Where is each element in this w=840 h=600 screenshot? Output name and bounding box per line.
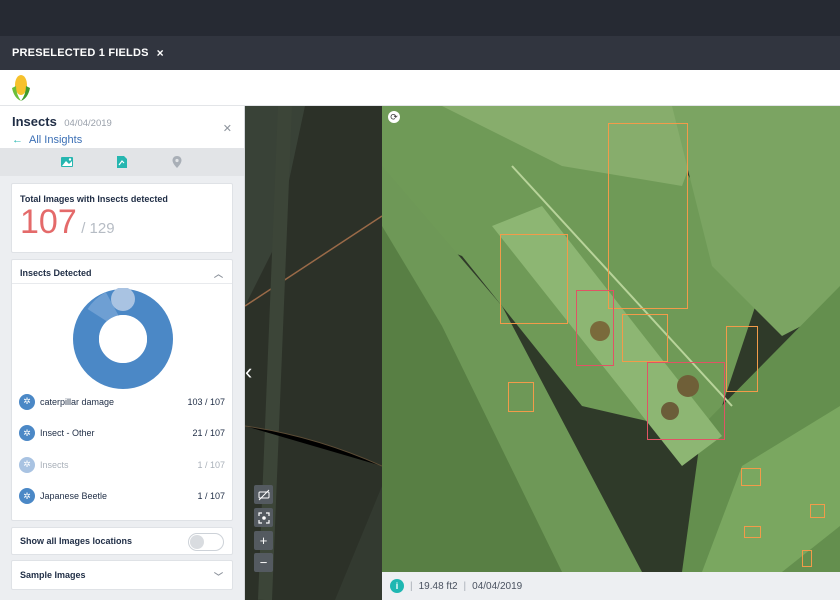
back-link-label: All Insights xyxy=(29,134,83,146)
insects-detected-card: Insects Detected ︿ ✲ caterpillar damage … xyxy=(11,259,233,521)
show-all-locations-row: Show all Images locations xyxy=(11,527,233,555)
fit-bounds-icon[interactable] xyxy=(254,508,273,527)
detection-box[interactable] xyxy=(726,326,758,392)
insect-name: caterpillar damage xyxy=(40,396,115,407)
insect-name: Insect - Other xyxy=(40,428,95,439)
detection-box[interactable] xyxy=(622,314,668,362)
insects-detected-title: Insects Detected xyxy=(20,268,92,278)
corn-logo-icon xyxy=(12,75,30,101)
insects-donut-chart xyxy=(73,288,173,389)
list-item[interactable]: ✲ Japanese Beetle 1 / 107 xyxy=(12,481,232,513)
info-icon[interactable]: i xyxy=(390,579,404,593)
list-item[interactable]: ✲ Insect - Other 21 / 107 xyxy=(12,418,232,450)
app-top-bar xyxy=(0,0,840,36)
sample-images-label: Sample Images xyxy=(20,570,86,580)
page-title: Insects xyxy=(12,114,57,129)
image-area: 19.48 ft2 xyxy=(418,580,458,592)
toggle-knob xyxy=(190,535,204,549)
previous-image-arrow[interactable]: ‹ xyxy=(245,359,261,387)
list-item[interactable]: ✲ Insects 1 / 107 xyxy=(12,449,232,481)
bug-icon: ✲ xyxy=(19,488,35,505)
field-map[interactable]: ‹ + − xyxy=(245,106,382,600)
bug-icon: ✲ xyxy=(19,393,35,410)
panel-header: Insects 04/04/2019 ← All Insights ✕ xyxy=(0,106,244,148)
panel-tabs xyxy=(0,148,244,176)
chevron-up-icon[interactable]: ︿ xyxy=(214,267,223,280)
insect-count: 1 / 107 xyxy=(197,491,225,502)
total-images-count: 107 xyxy=(20,203,77,241)
arrow-left-icon: ← xyxy=(12,134,23,146)
insect-name: Japanese Beetle xyxy=(40,491,108,502)
back-to-all-insights-link[interactable]: ← All Insights xyxy=(12,134,232,146)
rotate-image-icon[interactable]: ⟳ xyxy=(388,111,400,123)
bug-icon: ✲ xyxy=(19,456,35,473)
insect-count: 21 / 107 xyxy=(192,428,225,439)
detection-box[interactable] xyxy=(576,290,614,366)
zoom-out-button[interactable]: − xyxy=(254,553,273,572)
zoom-in-button[interactable]: + xyxy=(254,531,273,550)
location-pin-icon[interactable] xyxy=(169,154,185,170)
close-panel-button[interactable]: ✕ xyxy=(223,122,232,135)
insect-count: 103 / 107 xyxy=(187,396,225,407)
sample-image-viewer[interactable]: ⟳ xyxy=(382,106,840,572)
sample-images-row[interactable]: Sample Images ﹀ xyxy=(11,560,233,590)
detection-box[interactable] xyxy=(741,468,761,486)
divider: | xyxy=(410,580,413,592)
divider: | xyxy=(463,580,467,592)
detection-box[interactable] xyxy=(744,526,761,538)
image-date: 04/04/2019 xyxy=(472,580,523,592)
bug-icon: ✲ xyxy=(19,425,35,442)
image-info-bar: i | 19.48 ft2 | 04/04/2019 xyxy=(382,572,840,600)
insect-count: 1 / 107 xyxy=(197,459,225,470)
chevron-down-icon[interactable]: ﹀ xyxy=(214,570,223,583)
detection-box[interactable] xyxy=(802,550,812,567)
insights-panel: Insects 04/04/2019 ← All Insights ✕ Total… xyxy=(0,106,245,600)
show-all-locations-label: Show all Images locations xyxy=(20,536,133,546)
total-images-denominator: / 129 xyxy=(81,220,115,237)
detection-box[interactable] xyxy=(508,382,534,412)
detection-box[interactable] xyxy=(647,362,725,440)
logo-bar xyxy=(0,70,840,106)
list-item[interactable]: ✲ caterpillar damage 103 / 107 xyxy=(12,386,232,418)
total-images-card: Total Images with Insects detected 107 /… xyxy=(11,183,233,253)
insight-date: 04/04/2019 xyxy=(64,118,112,129)
preselected-fields-bar: PRESELECTED 1 FIELDS × xyxy=(0,36,840,70)
detection-box[interactable] xyxy=(608,123,688,309)
hide-icon[interactable] xyxy=(254,485,273,504)
insect-list: ✲ caterpillar damage 103 / 107 ✲ Insect … xyxy=(12,386,232,512)
detection-box[interactable] xyxy=(810,504,825,518)
clear-selection-button[interactable]: × xyxy=(157,46,164,60)
show-all-locations-toggle[interactable] xyxy=(188,533,224,551)
insect-name: Insects xyxy=(40,459,69,470)
image-map-icon[interactable] xyxy=(59,154,75,170)
insects-detected-header[interactable]: Insects Detected ︿ xyxy=(12,260,232,284)
preselected-label: PRESELECTED 1 FIELDS xyxy=(12,47,149,59)
report-icon[interactable] xyxy=(114,154,130,170)
detection-box[interactable] xyxy=(500,234,568,324)
